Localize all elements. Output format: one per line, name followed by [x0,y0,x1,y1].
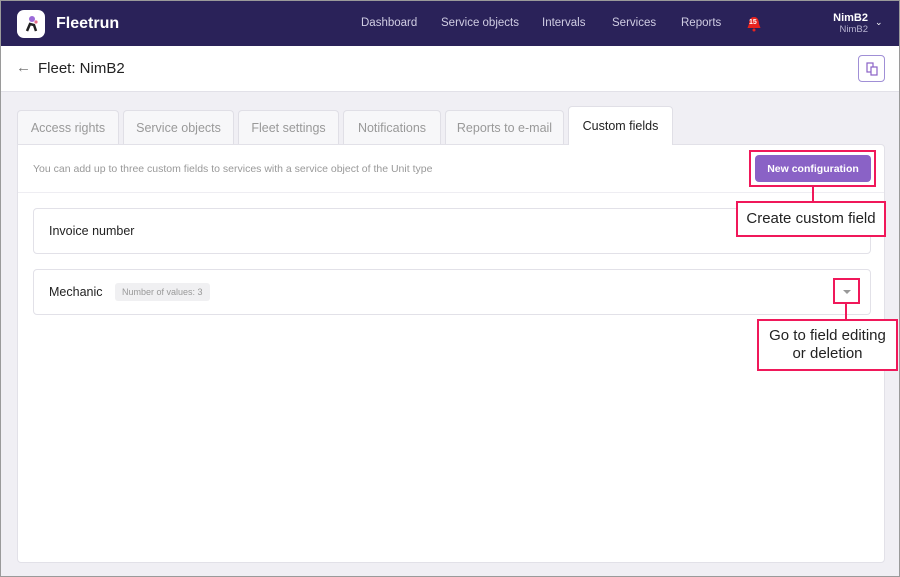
annotation-create-custom-field: Create custom field [736,201,886,237]
user-account: NimB2 [839,24,868,35]
nav-services[interactable]: Services [612,17,656,29]
tab-notifications[interactable]: Notifications [343,110,441,145]
nav-service-objects[interactable]: Service objects [441,17,519,29]
user-menu[interactable]: NimB2 NimB2 [833,12,868,35]
nav-reports[interactable]: Reports [681,17,721,29]
field-row-mechanic[interactable]: Mechanic Number of values: 3 [33,269,871,315]
field-name: Invoice number [49,224,135,238]
tab-fleet-settings[interactable]: Fleet settings [238,110,339,145]
annotation-line [845,303,847,320]
nav-intervals[interactable]: Intervals [542,17,585,29]
annotation-box-new-config [749,150,876,187]
hint-text: You can add up to three custom fields to… [33,163,433,175]
page-title: Fleet: NimB2 [38,60,125,77]
chevron-down-icon[interactable]: ⌄ [875,17,883,28]
page-header: ← Fleet: NimB2 [1,46,899,92]
tab-reports-to-email[interactable]: Reports to e-mail [445,110,564,145]
tab-access-rights[interactable]: Access rights [17,110,119,145]
fleetrun-logo[interactable] [17,10,45,38]
annotation-field-editing: Go to field editing or deletion [757,319,898,371]
field-name: Mechanic [49,285,103,299]
annotation-text-line2: or deletion [792,345,863,362]
nav-dashboard[interactable]: Dashboard [361,17,417,29]
notifications-count: 15 [749,19,757,26]
tab-service-objects[interactable]: Service objects [123,110,234,145]
copy-button[interactable] [858,55,885,82]
app-name: Fleetrun [56,15,120,32]
tab-custom-fields[interactable]: Custom fields [568,106,673,145]
notifications-bell-icon[interactable]: 15 [746,16,762,32]
values-count-badge: Number of values: 3 [115,283,210,301]
copy-icon [865,61,878,76]
user-name: NimB2 [833,12,868,24]
annotation-text-line1: Go to field editing [769,327,886,344]
annotation-box-caret [833,278,860,304]
annotation-line [812,186,814,202]
divider [18,192,884,193]
back-arrow-icon[interactable]: ← [16,59,31,76]
top-bar: Fleetrun Dashboard Service objects Inter… [1,1,899,46]
